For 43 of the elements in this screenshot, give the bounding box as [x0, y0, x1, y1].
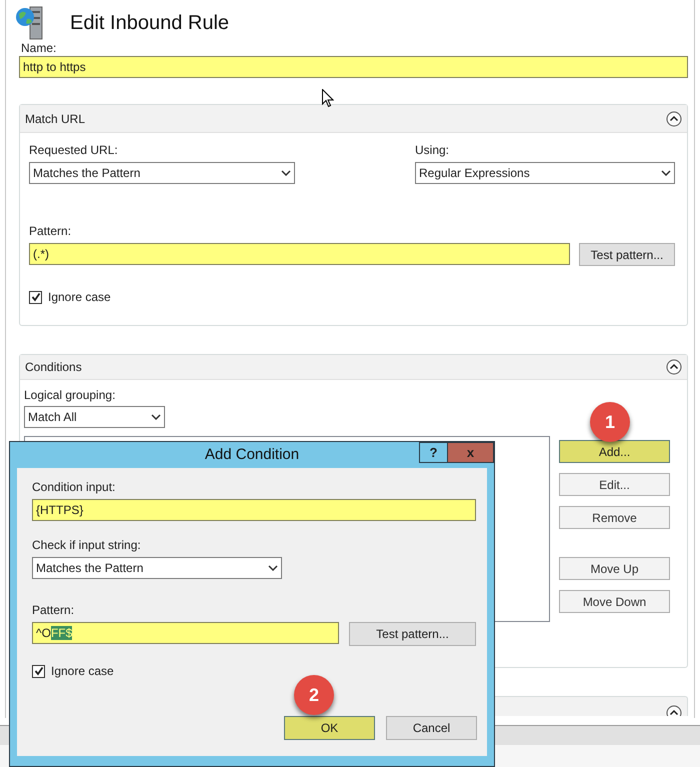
chevron-down-icon — [281, 170, 291, 176]
chevron-down-icon — [268, 565, 278, 571]
chevron-down-icon — [151, 414, 161, 420]
field-label: Using: — [415, 142, 450, 159]
button[interactable]: Remove — [559, 506, 670, 529]
button[interactable]: Cancel — [386, 716, 477, 740]
button[interactable]: Add... — [559, 440, 670, 463]
field-label: Logical grouping: — [24, 387, 116, 404]
dropdown[interactable]: Match All — [24, 406, 165, 428]
field-label: Name: — [21, 40, 58, 56]
dialog-title: Add Condition — [204, 444, 300, 465]
panel-title: Match URL — [25, 110, 86, 128]
dropdown[interactable]: Regular Expressions — [415, 162, 675, 184]
field-label: Pattern: — [32, 602, 76, 619]
panel-title: Conditions — [25, 359, 82, 376]
input-field[interactable]: {HTTPS} — [32, 499, 476, 521]
input-field[interactable]: http to https — [19, 56, 688, 78]
checkbox[interactable] — [29, 290, 42, 304]
dropdown[interactable]: Matches the Pattern — [29, 162, 295, 184]
help-button[interactable]: ? — [419, 442, 448, 463]
chevron-down-icon — [661, 170, 671, 176]
checkbox-label: Ignore case — [51, 663, 114, 680]
field-label: Requested URL: — [29, 142, 119, 159]
cursor-icon — [322, 89, 334, 108]
dropdown[interactable]: Matches the Pattern — [32, 557, 282, 579]
page-title: Edit Inbound Rule — [70, 11, 230, 36]
close-button[interactable]: x — [448, 442, 494, 463]
step-badge: 1 — [590, 402, 630, 442]
button[interactable]: Move Down — [559, 590, 670, 613]
checkbox[interactable] — [32, 664, 45, 678]
button[interactable]: Test pattern... — [349, 622, 476, 646]
button[interactable]: Move Up — [559, 557, 670, 580]
input-field[interactable]: ^OFF$ — [32, 622, 339, 644]
input-field[interactable]: (.*) — [29, 243, 570, 265]
field-label: Pattern: — [29, 223, 72, 240]
field-label: Check if input string: — [32, 537, 142, 554]
collapse-icon[interactable] — [666, 359, 682, 375]
button[interactable]: Test pattern... — [579, 243, 675, 266]
field-label: Condition input: — [32, 479, 116, 496]
button[interactable]: OK — [284, 716, 375, 740]
button[interactable]: Edit... — [559, 473, 670, 496]
collapse-icon[interactable] — [666, 110, 682, 126]
checkbox-label: Ignore case — [48, 289, 111, 306]
